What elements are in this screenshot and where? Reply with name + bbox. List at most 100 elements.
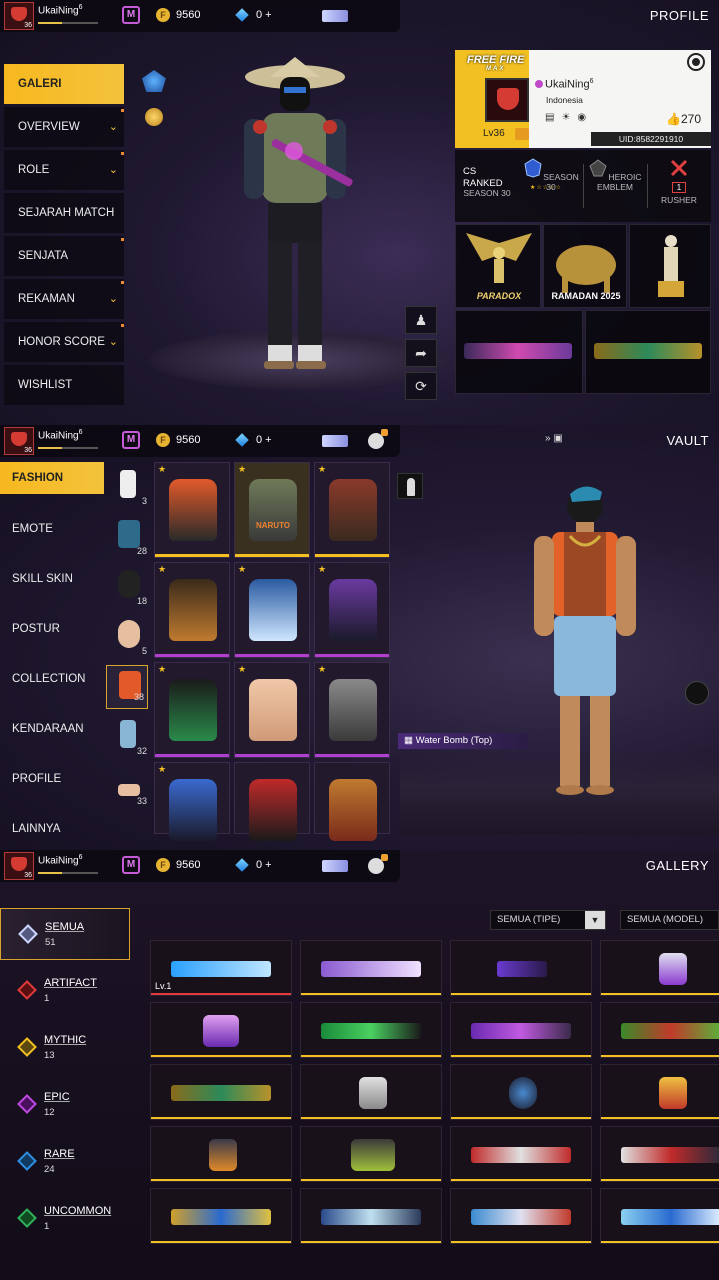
grid-item[interactable]: ★	[154, 462, 230, 558]
menu-galeri[interactable]: GALERI	[4, 64, 124, 104]
rarity-epic[interactable]: EPIC 12	[0, 1079, 132, 1136]
gallery-item[interactable]	[450, 1188, 592, 1244]
grid-item[interactable]: ★	[234, 562, 310, 658]
category-lainnya[interactable]: LAINNYA	[0, 812, 106, 850]
mannequin-icon[interactable]	[397, 473, 423, 499]
gallery-item[interactable]	[150, 1126, 292, 1182]
gallery-item[interactable]	[600, 1064, 719, 1120]
gear-icon[interactable]	[687, 53, 705, 71]
event-gift-icon[interactable]	[368, 854, 388, 874]
category-emote[interactable]: EMOTE	[0, 512, 106, 562]
menu-sejarah-match[interactable]: SEJARAH MATCH	[4, 193, 124, 233]
profile-person-icon[interactable]: ♟	[405, 306, 437, 334]
grid-item[interactable]: ★ NARUTO	[234, 462, 310, 558]
gallery-item[interactable]	[150, 1188, 292, 1244]
category-collection[interactable]: COLLECTION	[0, 662, 106, 712]
character-model[interactable]	[520, 480, 650, 820]
menu-role[interactable]: ROLE ⌄	[4, 150, 124, 190]
membership-ticket-icon[interactable]	[322, 435, 348, 447]
rank-br[interactable]: SEASON 30	[519, 150, 583, 222]
grid-item[interactable]: ★	[154, 662, 230, 758]
grid-item[interactable]: ★	[234, 662, 310, 758]
rotate-icon[interactable]	[685, 681, 709, 705]
rarity-artifact[interactable]: ARTIFACT 1	[0, 965, 132, 1022]
category-profile[interactable]: PROFILE	[0, 762, 106, 812]
gallery-item[interactable]	[300, 1188, 442, 1244]
menu-wishlist[interactable]: WISHLIST	[4, 365, 124, 405]
sub-mask[interactable]: 28	[106, 512, 150, 562]
share-icon[interactable]: ➦	[405, 339, 437, 367]
menu-rekaman[interactable]: REKAMAN ⌄	[4, 279, 124, 319]
equipped-item-tag[interactable]: ▦ Water Bomb (Top)	[398, 733, 528, 749]
category-postur[interactable]: POSTUR	[0, 612, 106, 662]
player-uid[interactable]: UID:8582291910	[591, 132, 711, 146]
gallery-item[interactable]	[600, 1002, 719, 1058]
vip-icon[interactable]: M	[122, 6, 140, 24]
grid-item[interactable]	[234, 762, 310, 841]
emblem-ramadan[interactable]: RAMADAN 2025	[543, 224, 627, 308]
gallery-item[interactable]	[300, 1002, 442, 1058]
likes-count[interactable]: 👍270	[666, 112, 701, 126]
category-fashion[interactable]: FASHION	[0, 462, 104, 494]
weapon-slot-rifle[interactable]	[585, 310, 711, 394]
heroic-emblem[interactable]: HEROIC EMBLEM	[583, 150, 647, 222]
membership-ticket-icon[interactable]	[322, 860, 348, 872]
grid-item[interactable]: ★	[314, 562, 390, 658]
membership-ticket-icon[interactable]	[322, 10, 348, 22]
gallery-item[interactable]	[450, 1126, 592, 1182]
rarity-uncommon[interactable]: UNCOMMON 1	[0, 1193, 132, 1250]
avatar[interactable]: 36	[4, 852, 34, 880]
vip-icon[interactable]: M	[122, 431, 140, 449]
filter-type-dropdown[interactable]: SEMUA (TIPE) ▼	[490, 910, 606, 930]
gallery-item[interactable]	[450, 1064, 592, 1120]
weapon-slot-shotgun[interactable]	[455, 310, 583, 394]
character-model[interactable]	[230, 55, 360, 385]
medal-badge-icon[interactable]	[145, 108, 163, 126]
profile-card[interactable]: FREE FIRE MAX Lv36 UkaiNing6 Indonesia ▤☀…	[455, 50, 711, 148]
sub-bottom[interactable]: 32	[106, 712, 150, 762]
gallery-item[interactable]	[300, 940, 442, 996]
gallery-item[interactable]	[300, 1064, 442, 1120]
vip-icon[interactable]: M	[122, 856, 140, 874]
grid-item[interactable]: ★	[154, 762, 230, 841]
gift-icon[interactable]	[515, 128, 529, 140]
role-rusher[interactable]: 1 RUSHER	[647, 150, 711, 222]
gallery-item[interactable]	[600, 1188, 719, 1244]
sub-bundle[interactable]: 3	[106, 462, 150, 512]
sub-top[interactable]: 38	[106, 665, 148, 709]
category-kendaraan[interactable]: KENDARAAN	[0, 712, 106, 762]
category-skill-skin[interactable]: SKILL SKIN	[0, 562, 106, 612]
rank-cs[interactable]: SEASON 30	[455, 150, 519, 222]
vault-switch-button[interactable]: » ▣	[545, 433, 563, 444]
rotate-icon[interactable]: ⟳	[405, 372, 437, 400]
grid-item[interactable]: ★	[314, 662, 390, 758]
rarity-rare[interactable]: RARE 24	[0, 1136, 132, 1193]
gallery-item[interactable]	[150, 1002, 292, 1058]
diamond-balance[interactable]: 0 +	[256, 434, 272, 446]
grid-item[interactable]	[314, 762, 390, 841]
emblem-paradox[interactable]: PARADOX	[455, 224, 541, 308]
event-gift-icon[interactable]	[368, 429, 388, 449]
gallery-item[interactable]	[600, 1126, 719, 1182]
diamond-balance[interactable]: 0 +	[256, 9, 272, 21]
sub-face[interactable]: 18	[106, 562, 150, 612]
menu-honor-score[interactable]: HONOR SCORE ⌄	[4, 322, 124, 362]
grid-item[interactable]: ★	[314, 462, 390, 558]
star-badge-icon[interactable]	[142, 70, 166, 92]
gallery-item[interactable]	[600, 940, 719, 996]
sub-shoes[interactable]: 33	[106, 762, 150, 812]
menu-overview[interactable]: OVERVIEW ⌄	[4, 107, 124, 147]
sub-head[interactable]: 5	[106, 612, 150, 662]
diamond-balance[interactable]: 0 +	[256, 859, 272, 871]
gallery-item[interactable]	[300, 1126, 442, 1182]
avatar[interactable]: 36	[4, 427, 34, 455]
menu-senjata[interactable]: SENJATA	[4, 236, 124, 276]
grid-item[interactable]: ★	[154, 562, 230, 658]
gallery-item[interactable]: Lv.1	[150, 940, 292, 996]
avatar[interactable]: 36	[4, 2, 34, 30]
rarity-mythic[interactable]: MYTHIC 13	[0, 1022, 132, 1079]
gallery-item[interactable]	[450, 1002, 592, 1058]
gallery-item[interactable]	[150, 1064, 292, 1120]
filter-model-dropdown[interactable]: SEMUA (MODEL)	[620, 910, 719, 930]
rarity-semua[interactable]: SEMUA 51	[0, 908, 130, 960]
